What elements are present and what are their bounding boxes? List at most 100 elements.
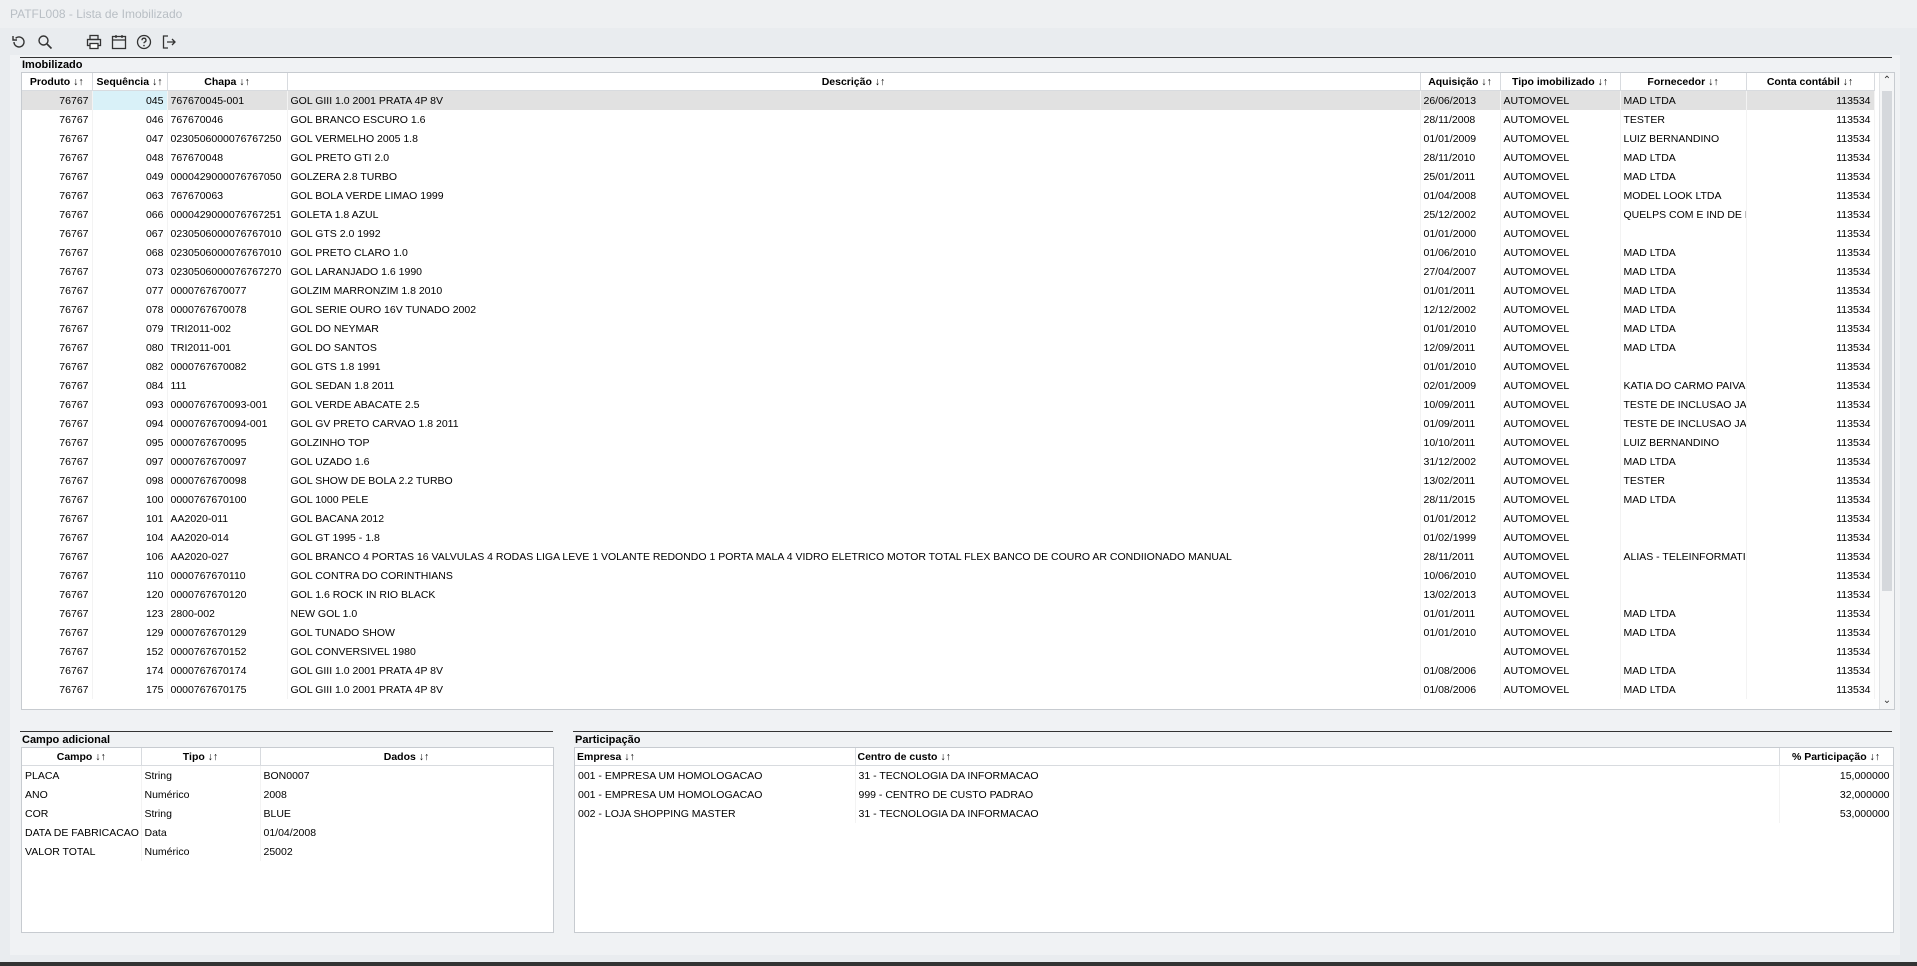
imobilizado-row-cell: 113534 <box>1746 471 1875 490</box>
imobilizado-row[interactable]: 76767 046 767670046 GOL BRANCO ESCURO 1.6 28… <box>22 110 1875 129</box>
imobilizado-row-cell: GOL GV PRETO CARVAO 1.8 2011 <box>287 414 1421 433</box>
imobilizado-row-cell: 0000767670095 <box>167 433 288 452</box>
column-header-chapa[interactable]: Chapa ↓↑ <box>167 73 288 91</box>
campo-adicional-row[interactable]: COR String BLUE <box>22 804 553 823</box>
participacao-row[interactable]: 001 - EMPRESA UM HOMOLOGACAO 31 - TECNOLO… <box>575 765 1893 785</box>
imobilizado-row-cell: 76767 <box>22 205 93 224</box>
column-header-tipo-imobilizado[interactable]: Tipo imobilizado ↓↑ <box>1500 73 1621 91</box>
imobilizado-row[interactable]: 76767 066 0000429000076767251 GOLETA 1.8 AZ… <box>22 205 1875 224</box>
imobilizado-row-cell: 76767 <box>22 585 93 604</box>
column-header-tipo[interactable]: Tipo ↓↑ <box>141 748 261 766</box>
imobilizado-row[interactable]: 76767 049 0000429000076767050 GOLZERA 2.8 T… <box>22 167 1875 186</box>
imobilizado-row[interactable]: 76767 123 2800-002 NEW GOL 1.0 01/01/2011 AUT… <box>22 604 1875 623</box>
campo-adicional-row-cell: 01/04/2008 <box>260 823 553 842</box>
imobilizado-row[interactable]: 76767 095 0000767670095 GOLZINHO TOP 10/10/2… <box>22 433 1875 452</box>
campo-adicional-row[interactable]: VALOR TOTAL Numérico 25002 <box>22 842 553 861</box>
imobilizado-row[interactable]: 76767 079 TRI2011-002 GOL DO NEYMAR 01/01/20… <box>22 319 1875 338</box>
imobilizado-row-cell: 31/12/2002 <box>1420 452 1501 471</box>
imobilizado-title: Imobilizado <box>22 59 83 71</box>
imobilizado-row[interactable]: 76767 098 0000767670098 GOL SHOW DE BOLA 2.… <box>22 471 1875 490</box>
imobilizado-row-cell: MAD LTDA <box>1620 680 1747 699</box>
imobilizado-row[interactable]: 76767 101 AA2020-011 GOL BACANA 2012 01/01/2… <box>22 509 1875 528</box>
imobilizado-row-cell: MODEL LOOK LTDA <box>1620 186 1747 205</box>
imobilizado-row-cell: 76767 <box>22 300 93 319</box>
column-header-campo[interactable]: Campo ↓↑ <box>22 748 142 766</box>
imobilizado-row[interactable]: 76767 106 AA2020-027 GOL BRANCO 4 PORTAS 16… <box>22 547 1875 566</box>
column-header-sequencia[interactable]: Sequência ↓↑ <box>92 73 168 91</box>
refresh-icon[interactable] <box>10 33 28 51</box>
imobilizado-row[interactable]: 76767 110 0000767670110 GOL CONTRA DO CORIN… <box>22 566 1875 585</box>
imobilizado-row-cell: 28/11/2008 <box>1420 110 1501 129</box>
imobilizado-row-cell: 28/11/2011 <box>1420 547 1501 566</box>
imobilizado-row-cell: 76767 <box>22 357 93 376</box>
campo-adicional-row-cell: BLUE <box>260 804 553 823</box>
imobilizado-row[interactable]: 76767 100 0000767670100 GOL 1000 PELE 28/11/… <box>22 490 1875 509</box>
imobilizado-row[interactable]: 76767 175 0000767670175 GOL GIII 1.0 2001 P… <box>22 680 1875 699</box>
imobilizado-row[interactable]: 76767 077 0000767670077 GOLZIM MARRONZIM 1.… <box>22 281 1875 300</box>
participacao-row[interactable]: 001 - EMPRESA UM HOMOLOGACAO 999 - CENTRO… <box>575 785 1893 804</box>
campo-adicional-row[interactable]: DATA DE FABRICACAO Data 01/04/2008 <box>22 823 553 842</box>
imobilizado-row[interactable]: 76767 152 0000767670152 GOL CONVERSIVEL 198… <box>22 642 1875 661</box>
imobilizado-row[interactable]: 76767 063 767670063 GOL BOLA VERDE LIMAO 19… <box>22 186 1875 205</box>
scroll-down-icon[interactable]: ⌄ <box>1880 694 1894 708</box>
imobilizado-row[interactable]: 76767 045 767670045-001 GOL GIII 1.0 2001 P… <box>22 90 1875 110</box>
imobilizado-scrollbar[interactable]: ⌃ ⌄ <box>1879 73 1894 709</box>
imobilizado-row[interactable]: 76767 120 0000767670120 GOL 1.6 ROCK IN RIO… <box>22 585 1875 604</box>
campo-adicional-row-cell: VALOR TOTAL <box>22 842 142 861</box>
participacao-row[interactable]: 002 - LOJA SHOPPING MASTER 31 - TECNOLOGI… <box>575 804 1893 823</box>
imobilizado-row-cell: GOL SERIE OURO 16V TUNADO 2002 <box>287 300 1421 319</box>
column-header-dados[interactable]: Dados ↓↑ <box>260 748 553 766</box>
column-header-descricao[interactable]: Descrição ↓↑ <box>287 73 1421 91</box>
help-icon[interactable] <box>135 33 153 51</box>
imobilizado-row[interactable]: 76767 174 0000767670174 GOL GIII 1.0 2001 P… <box>22 661 1875 680</box>
imobilizado-row[interactable]: 76767 067 0230506000076767010 GOL GTS 2.0 1… <box>22 224 1875 243</box>
imobilizado-row[interactable]: 76767 073 0230506000076767270 GOL LARANJADO… <box>22 262 1875 281</box>
column-header-fornecedor[interactable]: Fornecedor ↓↑ <box>1620 73 1747 91</box>
imobilizado-row-cell: GOL CONVERSIVEL 1980 <box>287 642 1421 661</box>
imobilizado-row[interactable]: 76767 084 111 GOL SEDAN 1.8 2011 02/01/2009 A… <box>22 376 1875 395</box>
imobilizado-grid[interactable]: Produto ↓↑ Sequência ↓↑ Chapa ↓↑ Descriç… <box>21 72 1895 710</box>
imobilizado-row-cell: GOL PRETO CLARO 1.0 <box>287 243 1421 262</box>
imobilizado-row[interactable]: 76767 047 0230506000076767250 GOL VERMELHO … <box>22 129 1875 148</box>
imobilizado-row[interactable]: 76767 068 0230506000076767010 GOL PRETO CLA… <box>22 243 1875 262</box>
campo-adicional-row-cell: Numérico <box>141 785 261 804</box>
imobilizado-row-cell: 0000767670129 <box>167 623 288 642</box>
imobilizado-row[interactable]: 76767 097 0000767670097 GOL UZADO 1.6 31/12/… <box>22 452 1875 471</box>
scrollbar-thumb[interactable] <box>1882 91 1892 591</box>
imobilizado-row[interactable]: 76767 093 0000767670093-001 GOL VERDE ABACA… <box>22 395 1875 414</box>
campo-adicional-row[interactable]: ANO Numérico 2008 <box>22 785 553 804</box>
column-header-participacao[interactable]: % Participação ↓↑ <box>1779 748 1893 766</box>
imobilizado-row[interactable]: 76767 048 767670048 GOL PRETO GTI 2.0 28/11/… <box>22 148 1875 167</box>
imobilizado-row[interactable]: 76767 082 0000767670082 GOL GTS 1.8 1991 01/… <box>22 357 1875 376</box>
print-icon[interactable] <box>85 33 103 51</box>
imobilizado-row-cell: 113534 <box>1746 604 1875 623</box>
campo-adicional-row-cell: DATA DE FABRICACAO <box>22 823 142 842</box>
campo-adicional-row-cell: COR <box>22 804 142 823</box>
campo-adicional-row[interactable]: PLACA String BON0007 <box>22 765 553 785</box>
imobilizado-row-cell: 76767 <box>22 528 93 547</box>
column-header-produto[interactable]: Produto ↓↑ <box>22 73 93 91</box>
imobilizado-row-cell: GOL GTS 1.8 1991 <box>287 357 1421 376</box>
column-header-conta-contabil[interactable]: Conta contábil ↓↑ <box>1746 73 1875 91</box>
column-header-centro-de-custo[interactable]: Centro de custo ↓↑ <box>855 748 1780 766</box>
imobilizado-row[interactable]: 76767 129 0000767670129 GOL TUNADO SHOW 01/0… <box>22 623 1875 642</box>
imobilizado-row[interactable]: 76767 078 0000767670078 GOL SERIE OURO 16V … <box>22 300 1875 319</box>
imobilizado-row[interactable]: 76767 104 AA2020-014 GOL GT 1995 - 1.8 01/02… <box>22 528 1875 547</box>
imobilizado-row-cell: GOL BACANA 2012 <box>287 509 1421 528</box>
imobilizado-row-cell: 01/06/2010 <box>1420 243 1501 262</box>
scroll-up-icon[interactable]: ⌃ <box>1880 74 1894 88</box>
imobilizado-row[interactable]: 76767 080 TRI2011-001 GOL DO SANTOS 12/09/20… <box>22 338 1875 357</box>
imobilizado-row[interactable]: 76767 094 0000767670094-001 GOL GV PRETO CA… <box>22 414 1875 433</box>
column-header-aquisicao[interactable]: Aquisição ↓↑ <box>1420 73 1501 91</box>
campo-adicional-grid[interactable]: Campo ↓↑ Tipo ↓↑ Dados ↓↑ PLACA String BON… <box>21 747 554 933</box>
window-bottom-border <box>0 962 1917 966</box>
participacao-grid[interactable]: Empresa ↓↑ Centro de custo ↓↑ % Particip… <box>574 747 1894 933</box>
column-header-empresa[interactable]: Empresa ↓↑ <box>575 748 856 766</box>
exit-icon[interactable] <box>160 33 178 51</box>
imobilizado-row-cell: 113534 <box>1746 262 1875 281</box>
calendar-icon[interactable] <box>110 33 128 51</box>
imobilizado-row-cell: GOL BOLA VERDE LIMAO 1999 <box>287 186 1421 205</box>
imobilizado-row-cell: 12/12/2002 <box>1420 300 1501 319</box>
toolbar <box>0 29 1917 55</box>
search-icon[interactable] <box>36 33 54 51</box>
